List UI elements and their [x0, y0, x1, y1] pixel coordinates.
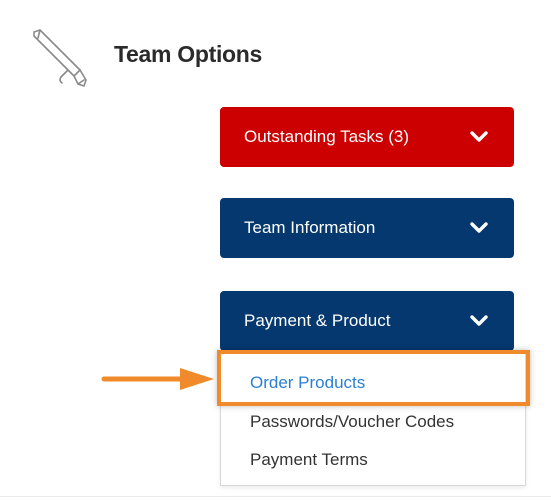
outstanding-tasks-label: Outstanding Tasks (3) — [244, 127, 410, 146]
chevron-down-icon — [470, 222, 488, 233]
panel-header: Team Options — [10, 8, 530, 88]
chevron-down-icon — [470, 131, 488, 142]
highlight-annotation — [217, 350, 530, 406]
payment-product-label: Payment & Product — [244, 311, 391, 330]
passwords-voucher-codes-link[interactable]: Passwords/Voucher Codes — [250, 412, 454, 432]
team-information-label: Team Information — [244, 218, 376, 237]
outstanding-tasks-button[interactable]: Outstanding Tasks (3) — [220, 107, 514, 167]
payment-terms-link[interactable]: Payment Terms — [250, 450, 368, 470]
arrow-annotation-icon — [101, 368, 214, 390]
payment-product-button[interactable]: Payment & Product — [220, 291, 514, 351]
chevron-down-icon — [470, 315, 488, 326]
pen-icon — [33, 29, 87, 87]
team-information-button[interactable]: Team Information — [220, 198, 514, 258]
team-options-panel: Team Options Outstanding Tasks (3) Team … — [0, 0, 551, 500]
divider — [0, 496, 551, 497]
panel-title: Team Options — [114, 41, 263, 67]
